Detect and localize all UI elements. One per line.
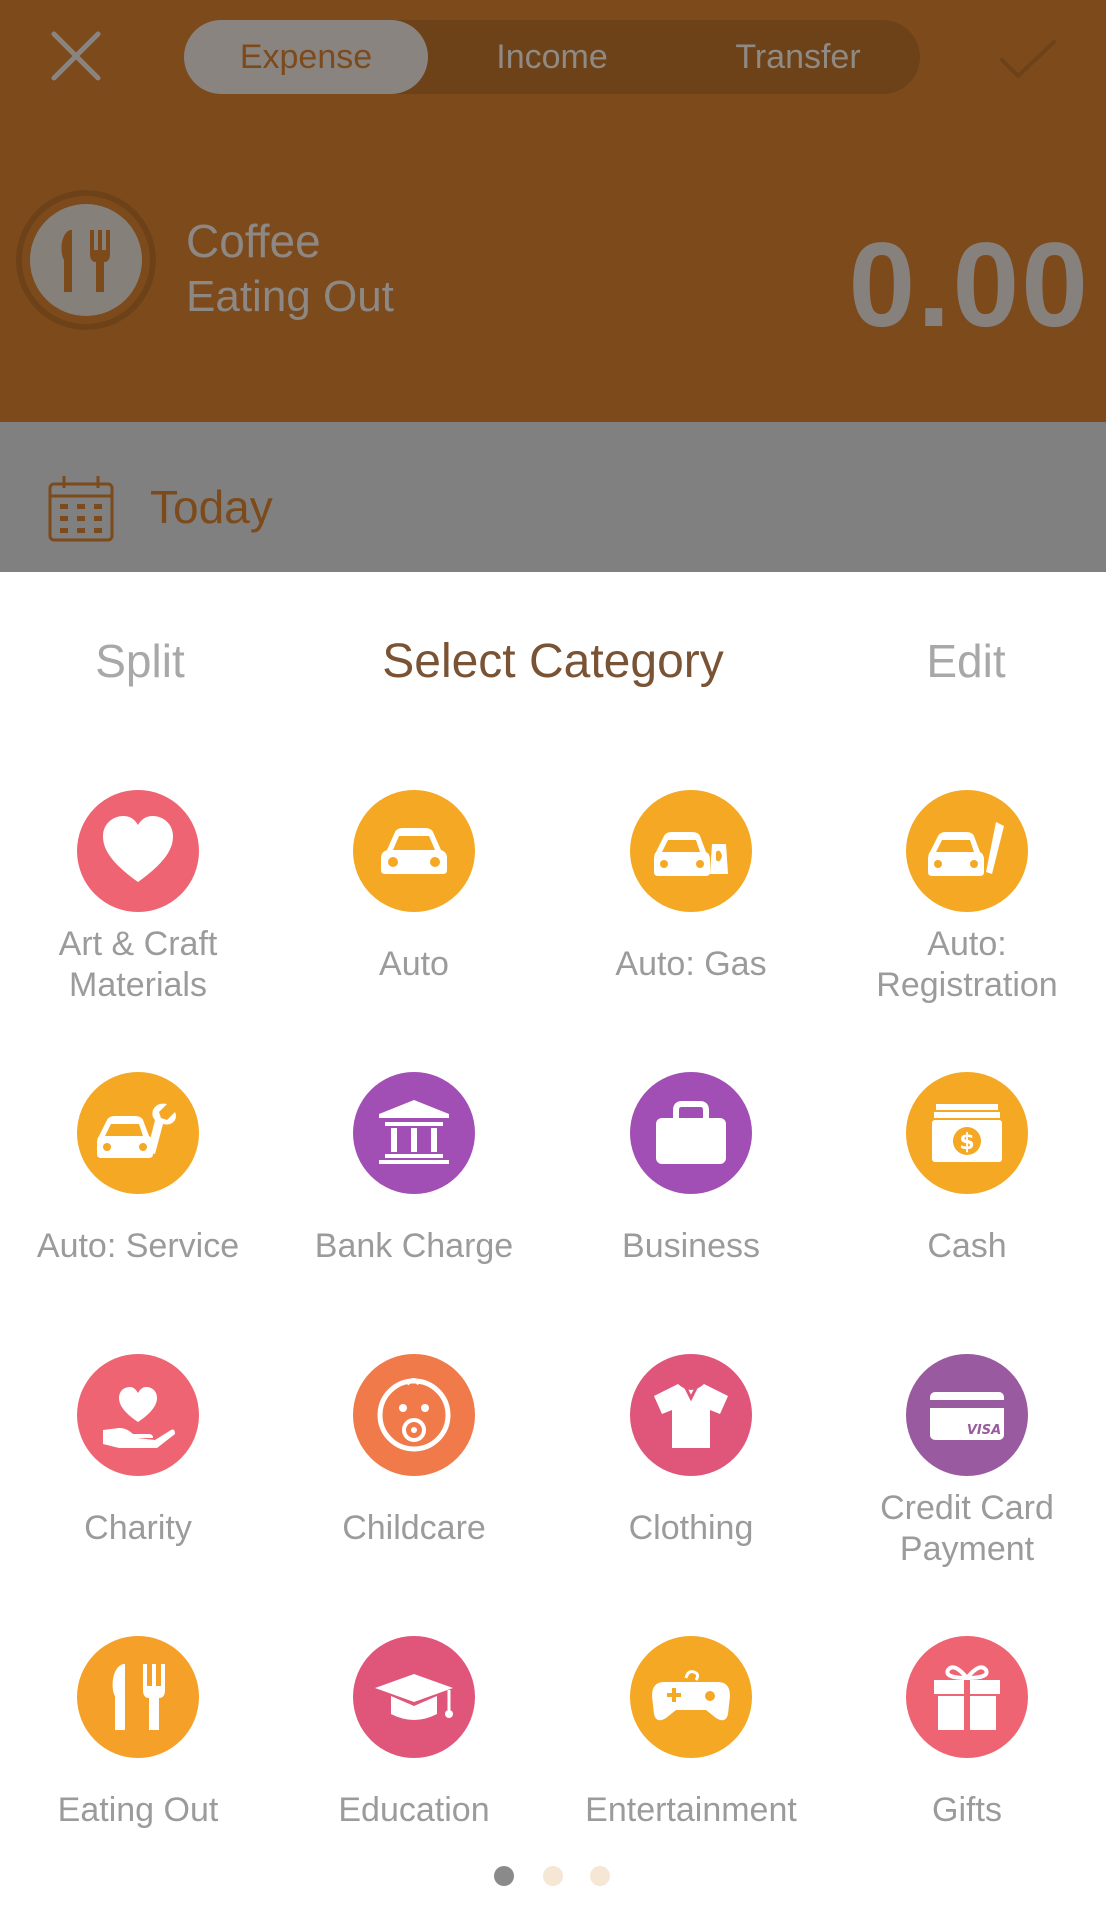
selected-category-parent: Eating Out bbox=[186, 272, 394, 321]
category-childcare[interactable]: Childcare bbox=[276, 1354, 552, 1584]
category-credit-card[interactable]: VISA Credit Card Payment bbox=[829, 1354, 1105, 1584]
close-icon[interactable] bbox=[48, 28, 104, 84]
category-label: Business bbox=[622, 1227, 760, 1265]
category-label: Gifts bbox=[932, 1791, 1002, 1829]
car-icon bbox=[353, 790, 475, 912]
category-sheet-bar: Split Select Category Edit bbox=[0, 572, 1106, 742]
checkmark-icon[interactable] bbox=[998, 38, 1058, 82]
selected-category-title: Coffee bbox=[186, 215, 321, 267]
page-dot-1[interactable] bbox=[494, 1866, 514, 1886]
category-label: Bank Charge bbox=[314, 1227, 514, 1265]
category-entertainment[interactable]: Entertainment bbox=[553, 1636, 829, 1866]
category-label: Auto: Service bbox=[36, 1227, 240, 1265]
category-label: Childcare bbox=[342, 1509, 486, 1547]
fork-knife-icon bbox=[61, 230, 110, 292]
briefcase-icon bbox=[630, 1072, 752, 1194]
page-indicator[interactable] bbox=[0, 1866, 1106, 1890]
transaction-type-segmented-control: Expense Income Transfer bbox=[184, 20, 920, 94]
category-label: Clothing bbox=[628, 1509, 754, 1547]
page-dot-2[interactable] bbox=[543, 1866, 563, 1886]
category-cash[interactable]: $ Cash bbox=[829, 1072, 1105, 1302]
category-label: Auto bbox=[379, 945, 449, 983]
tab-income[interactable]: Income bbox=[428, 20, 676, 94]
category-auto-registration[interactable]: Auto: Registration bbox=[829, 790, 1105, 1020]
category-education[interactable]: Education bbox=[276, 1636, 552, 1866]
fork-knife-icon bbox=[77, 1636, 199, 1758]
hand-heart-icon bbox=[77, 1354, 199, 1476]
split-button[interactable]: Split bbox=[0, 634, 280, 688]
date-label: Today bbox=[150, 481, 273, 533]
category-business[interactable]: Business bbox=[553, 1072, 829, 1302]
category-charity[interactable]: Charity bbox=[0, 1354, 276, 1584]
category-label: Auto: Registration bbox=[876, 925, 1058, 1004]
category-label: Education bbox=[338, 1791, 490, 1829]
category-eating-out[interactable]: Eating Out bbox=[0, 1636, 276, 1866]
category-label: Auto: Gas bbox=[615, 945, 767, 983]
bank-icon bbox=[353, 1072, 475, 1194]
category-label: Eating Out bbox=[57, 1791, 219, 1829]
sheet-title: Select Category bbox=[382, 635, 724, 688]
car-registration-icon bbox=[906, 790, 1028, 912]
edit-button[interactable]: Edit bbox=[826, 634, 1106, 688]
tab-expense[interactable]: Expense bbox=[184, 20, 428, 94]
calendar-icon bbox=[48, 476, 114, 542]
amount-display[interactable]: 0.00 bbox=[848, 216, 1090, 354]
credit-card-icon: VISA bbox=[906, 1354, 1028, 1476]
svg-text:VISA: VISA bbox=[967, 1423, 1001, 1438]
tab-transfer[interactable]: Transfer bbox=[676, 20, 920, 94]
category-label: Cash bbox=[927, 1227, 1007, 1265]
category-auto-gas[interactable]: Auto: Gas bbox=[553, 790, 829, 1020]
baby-icon bbox=[353, 1354, 475, 1476]
cash-icon: $ bbox=[906, 1072, 1028, 1194]
category-label: Charity bbox=[84, 1509, 192, 1547]
category-auto-service[interactable]: Auto: Service bbox=[0, 1072, 276, 1302]
category-label: Art & Craft Materials bbox=[58, 925, 218, 1004]
selected-category-icon[interactable] bbox=[22, 196, 150, 324]
category-label: Credit Card Payment bbox=[880, 1489, 1054, 1568]
page-dot-3[interactable] bbox=[590, 1866, 610, 1886]
tshirt-icon bbox=[630, 1354, 752, 1476]
car-wrench-icon bbox=[77, 1072, 199, 1194]
gift-icon bbox=[906, 1636, 1028, 1758]
category-auto[interactable]: Auto bbox=[276, 790, 552, 1020]
heart-icon bbox=[77, 790, 199, 912]
category-bank-charge[interactable]: Bank Charge bbox=[276, 1072, 552, 1302]
category-gifts[interactable]: Gifts bbox=[829, 1636, 1105, 1866]
graduation-cap-icon bbox=[353, 1636, 475, 1758]
category-art-craft[interactable]: Art & Craft Materials bbox=[0, 790, 276, 1020]
gamepad-icon bbox=[630, 1636, 752, 1758]
car-gas-icon bbox=[630, 790, 752, 912]
category-label: Entertainment bbox=[585, 1791, 797, 1829]
svg-text:$: $ bbox=[959, 1130, 974, 1155]
category-clothing[interactable]: Clothing bbox=[553, 1354, 829, 1584]
